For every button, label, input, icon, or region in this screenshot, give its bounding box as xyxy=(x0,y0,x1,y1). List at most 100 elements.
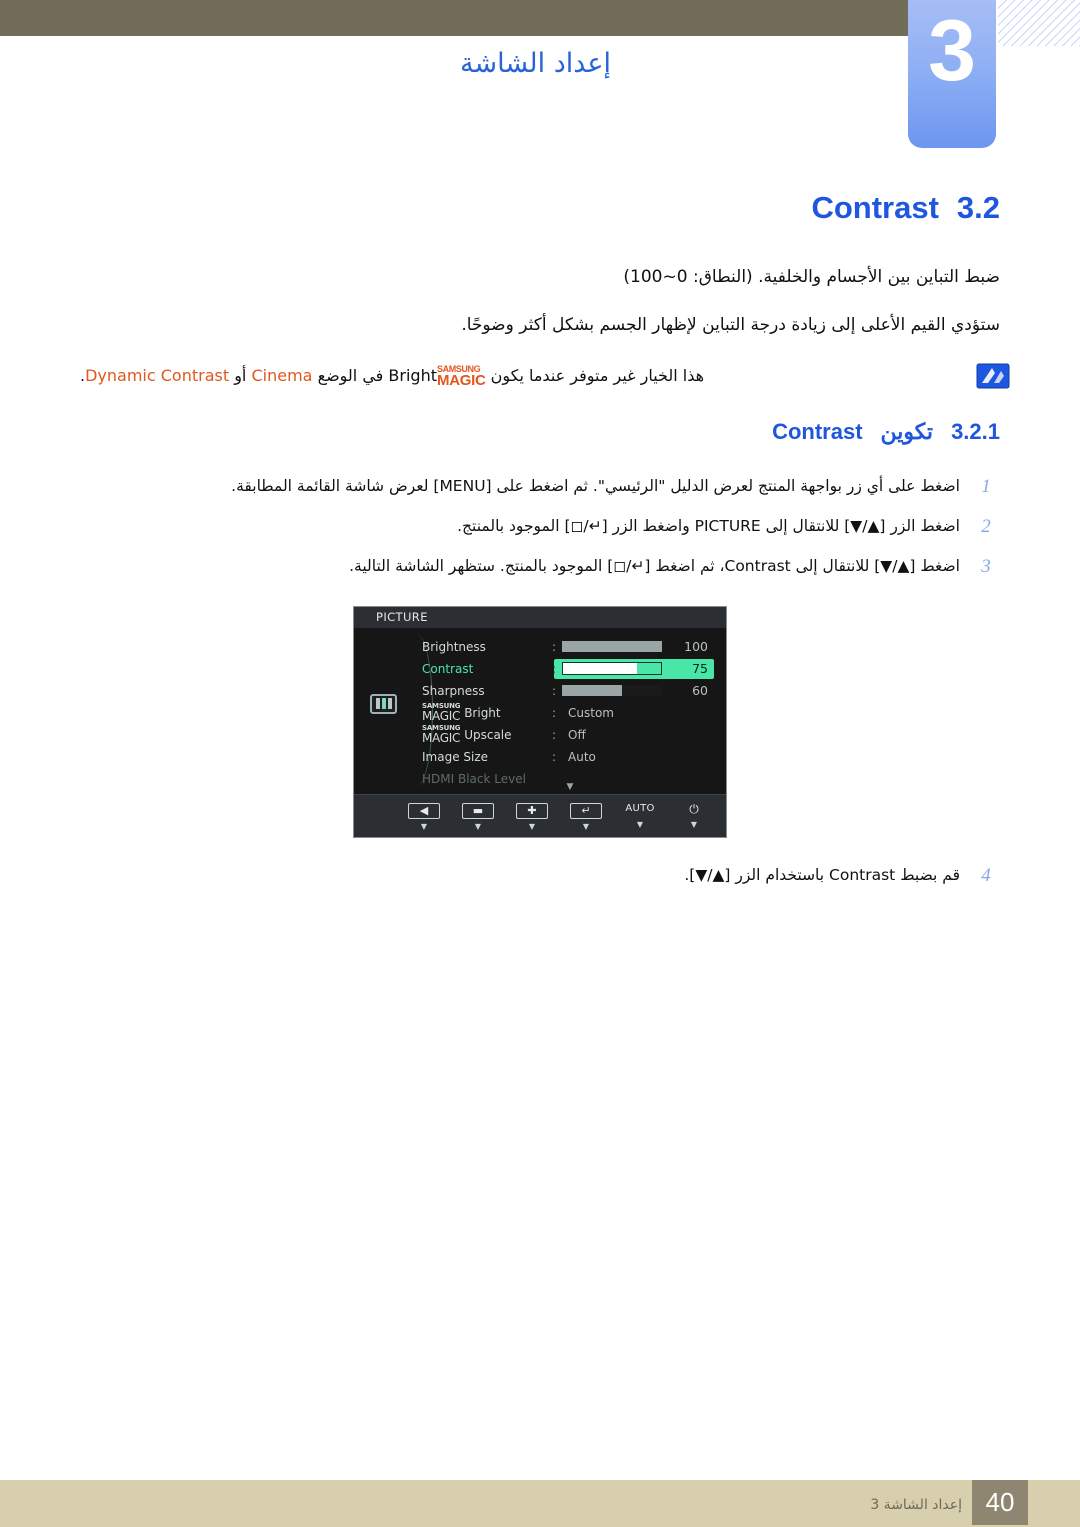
note-conjunction: أو xyxy=(234,365,247,385)
osd-value: Auto xyxy=(568,749,596,764)
note-mode-dynamic-contrast: Dynamic Contrast xyxy=(85,365,230,385)
magic-logo-suffix: Bright xyxy=(388,365,437,385)
subsection-title: 3.2.1 تكوين Contrast xyxy=(60,419,1020,445)
osd-colon: : xyxy=(552,683,557,698)
note-mode-cinema: Cinema xyxy=(251,365,313,385)
osd-row-image-size[interactable]: Image Size : Auto xyxy=(422,746,718,768)
step-text: قم بضبط Contrast باستخدام الزر [▲/▼]. xyxy=(684,865,960,884)
osd-slider-sharpness[interactable] xyxy=(562,685,662,697)
osd-row-sharpness[interactable]: Sharpness : 60 xyxy=(422,680,718,702)
osd-colon: : xyxy=(552,639,557,654)
subsection-title-ar: تكوين xyxy=(880,418,934,444)
note-text-before: هذا الخيار غير متوفر عندما يكون xyxy=(490,365,705,385)
section-number: 3.2 xyxy=(956,190,1000,225)
magic-logo-suffix: Bright xyxy=(464,706,501,721)
icon-bar-right xyxy=(387,698,392,710)
osd-menu: PICTURE Brightness : 100 Contrast: 75 S… xyxy=(353,605,727,838)
osd-title: PICTURE xyxy=(354,606,726,628)
step-index: 3 xyxy=(981,555,991,577)
section-paragraph-1: ضبط التباين بين الأجسام والخلفية. (النطا… xyxy=(623,267,1000,287)
step-text: اضغط الزر [▲/▼] للانتقال إلى PICTURE واض… xyxy=(457,516,960,535)
subsection-title-en: Contrast xyxy=(772,418,863,444)
osd-label: Contrast xyxy=(422,661,474,676)
step-index: 2 xyxy=(981,515,991,537)
osd-body: Brightness : 100 Contrast : 75 Sharpness xyxy=(354,628,726,795)
button-tick: ▼ xyxy=(636,820,644,830)
osd-colon: : xyxy=(552,749,557,764)
back-icon: ◀ xyxy=(408,803,440,820)
osd-row-magic-upscale[interactable]: SAMSUNG MAGIC Upscale : Off xyxy=(422,724,718,746)
subsection-number: 3.2.1 xyxy=(951,418,1000,444)
magic-logo-magic: MAGIC xyxy=(422,731,461,746)
osd-label-magic-upscale: SAMSUNG MAGIC Upscale xyxy=(422,725,552,746)
picture-mode-icon xyxy=(370,693,397,714)
osd-label: HDMI Black Level xyxy=(422,771,526,786)
magic-bright-logo: SAMSUNG MAGIC xyxy=(437,364,486,389)
button-tick: ▼ xyxy=(690,820,698,830)
note-block: هذا الخيار غير متوفر عندما يكون SAMSUNG M… xyxy=(60,363,1020,389)
button-tick: ▼ xyxy=(474,822,482,832)
step-index: 1 xyxy=(981,475,991,497)
step-index: 4 xyxy=(981,864,991,886)
auto-label: AUTO xyxy=(625,803,655,815)
slider-unfilled xyxy=(636,663,661,675)
magic-logo-magic: MAGIC xyxy=(437,371,486,389)
osd-slider-contrast[interactable] xyxy=(562,662,662,676)
header-stripes-decoration xyxy=(998,0,1080,46)
magic-logo: SAMSUNG MAGIC xyxy=(422,725,461,746)
button-tick: ▼ xyxy=(420,822,428,832)
osd-screenshot-wrapper: PICTURE Brightness : 100 Contrast: 75 S… xyxy=(60,605,1020,838)
osd-value: Custom xyxy=(568,705,614,720)
step-text: اضغط على أي زر بواجهة المنتج لعرض الدليل… xyxy=(231,476,960,495)
minus-icon: ▬ xyxy=(462,803,494,820)
osd-label: Sharpness xyxy=(422,683,485,698)
minus-button[interactable]: ▬ ▼ xyxy=(460,799,496,832)
osd-value: 60 xyxy=(692,683,708,699)
enter-button[interactable]: ↵ ▼ xyxy=(568,799,604,832)
footer-chapter-label: إعداد الشاشة 3 xyxy=(870,1497,962,1513)
note-text: هذا الخيار غير متوفر عندما يكون SAMSUNG M… xyxy=(80,363,960,388)
icon-bar-left xyxy=(375,698,380,710)
osd-row-contrast[interactable]: Contrast : 75 xyxy=(422,658,718,680)
page-number: 40 xyxy=(972,1480,1028,1525)
osd-colon: : xyxy=(552,661,557,676)
slider-unfilled xyxy=(622,685,662,697)
back-button[interactable]: ◀ ▼ xyxy=(406,799,442,832)
osd-value: 75 xyxy=(692,661,708,677)
step-item: 3 اضغط [▲/▼] للانتقال إلى Contrast، ثم ا… xyxy=(60,555,1020,578)
osd-row-magic-bright[interactable]: SAMSUNG MAGIC Bright : Custom xyxy=(422,702,718,724)
icon-bar-mid xyxy=(381,698,386,710)
osd-slider-brightness[interactable] xyxy=(562,641,662,653)
header-band xyxy=(0,0,908,36)
samsung-note-icon xyxy=(976,363,1010,389)
osd-row-brightness[interactable]: Brightness : 100 xyxy=(422,636,718,658)
osd-label-magic-bright: SAMSUNG MAGIC Bright xyxy=(422,703,552,724)
osd-colon: : xyxy=(552,727,557,742)
note-text-middle: في الوضع xyxy=(317,365,384,385)
enter-icon: ↵ xyxy=(570,803,602,820)
plus-button[interactable]: ✚ ▼ xyxy=(514,799,550,832)
osd-value: 100 xyxy=(684,639,708,655)
plus-icon: ✚ xyxy=(516,803,548,820)
power-icon: ⏻ xyxy=(689,802,699,817)
osd-colon: : xyxy=(552,705,557,720)
power-button[interactable]: ⏻ ▼ xyxy=(676,801,712,830)
osd-label: Brightness xyxy=(422,639,486,654)
osd-button-bar: ◀ ▼ ▬ ▼ ✚ ▼ ↵ ▼ AUTO ▼ ⏻ ▼ xyxy=(354,793,726,837)
button-tick: ▼ xyxy=(528,822,536,832)
step-text: اضغط [▲/▼] للانتقال إلى Contrast، ثم اضغ… xyxy=(349,556,960,575)
section-paragraph-2: ستؤدي القيم الأعلى إلى زيادة درجة التباي… xyxy=(461,315,1000,336)
magic-logo-magic: MAGIC xyxy=(422,709,461,724)
osd-value: Off xyxy=(568,727,586,742)
osd-item-list: Brightness : 100 Contrast : 75 Sharpness xyxy=(422,636,718,792)
button-tick: ▼ xyxy=(582,822,590,832)
auto-button[interactable]: AUTO ▼ xyxy=(622,801,658,830)
section-title: 3.2 Contrast xyxy=(60,190,1020,226)
chapter-title: إعداد الشاشة xyxy=(460,48,612,79)
magic-logo-suffix: Upscale xyxy=(464,728,512,743)
osd-label: Image Size xyxy=(422,749,489,764)
magic-logo: SAMSUNG MAGIC xyxy=(422,703,461,724)
step-item: 1 اضغط على أي زر بواجهة المنتج لعرض الدل… xyxy=(60,475,1020,498)
step-item: 2 اضغط الزر [▲/▼] للانتقال إلى PICTURE و… xyxy=(60,515,1020,538)
page-content: 3.2 Contrast ضبط التباين بين الأجسام وال… xyxy=(60,190,1020,904)
